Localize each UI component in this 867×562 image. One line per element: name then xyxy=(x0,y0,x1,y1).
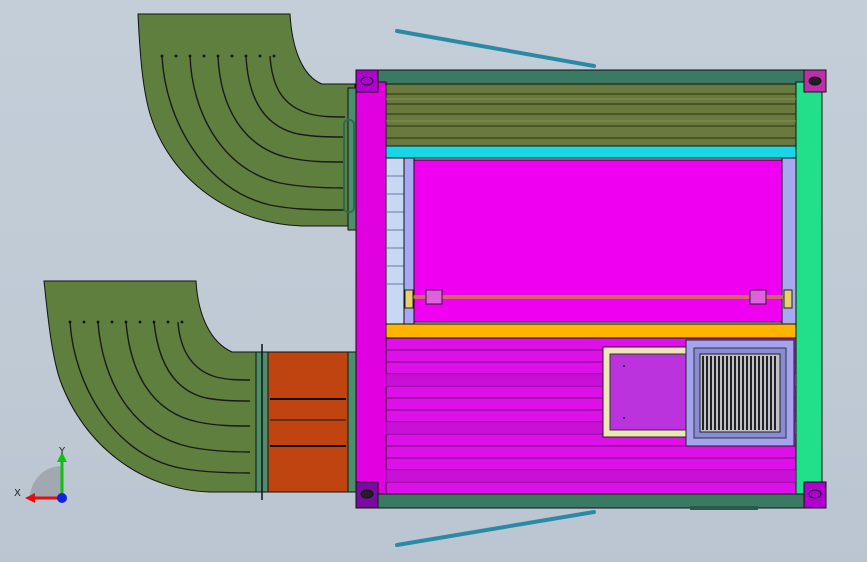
cyan-strip[interactable] xyxy=(385,145,797,159)
corner-casting-top-right[interactable] xyxy=(803,69,827,93)
frame-bottom-beam[interactable] xyxy=(375,493,807,509)
support-rod-bottom[interactable] xyxy=(395,510,596,547)
frame-top-beam[interactable] xyxy=(375,69,807,85)
right-wall[interactable] xyxy=(795,81,823,495)
triad-x-label: X xyxy=(14,488,21,499)
cad-graphics-viewport[interactable]: Y X xyxy=(0,0,867,562)
corner-casting-bottom-right[interactable] xyxy=(803,481,827,509)
triad-z-origin xyxy=(57,493,67,503)
damper-box[interactable] xyxy=(255,344,357,500)
duct-elbow-upper[interactable] xyxy=(137,13,356,227)
orange-strip[interactable] xyxy=(385,323,797,339)
air-vent-grille[interactable] xyxy=(685,339,795,447)
support-rod-top[interactable] xyxy=(395,29,596,68)
coordinate-triad: Y X xyxy=(14,446,67,503)
roof-rails[interactable] xyxy=(385,83,797,147)
duct-elbow-lower[interactable] xyxy=(43,280,263,493)
triad-x-arrow xyxy=(25,493,35,503)
left-wall[interactable] xyxy=(355,81,387,495)
frame-bottom-detail xyxy=(690,506,758,510)
corner-casting-top-left[interactable] xyxy=(355,69,379,93)
triad-y-label: Y xyxy=(58,446,66,457)
window[interactable] xyxy=(602,346,694,438)
corner-casting-bottom-left[interactable] xyxy=(355,481,379,509)
